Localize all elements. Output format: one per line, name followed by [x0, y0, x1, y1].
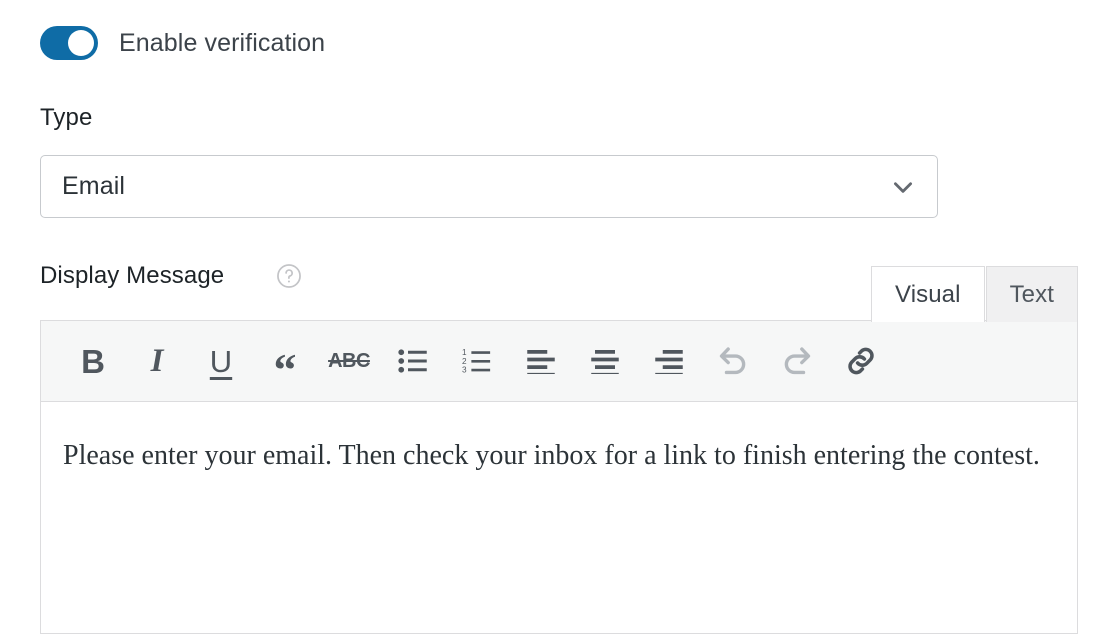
svg-text:1: 1: [462, 348, 467, 357]
link-button[interactable]: [829, 331, 893, 391]
tab-text-label: Text: [1009, 280, 1054, 308]
help-circle-icon[interactable]: [276, 263, 302, 289]
enable-verification-row: Enable verification: [40, 26, 325, 60]
redo-button[interactable]: [765, 331, 829, 391]
redo-icon: [780, 344, 814, 378]
underline-button[interactable]: U: [189, 331, 253, 391]
numbered-list-icon: 1 2 3: [462, 348, 492, 374]
bulleted-list-icon: [398, 348, 428, 374]
display-message-editor: B I U “ ABC 1 2 3 Please enter your emai…: [40, 320, 1078, 634]
svg-text:3: 3: [462, 366, 467, 375]
undo-icon: [716, 344, 750, 378]
bulleted-list-button[interactable]: [381, 331, 445, 391]
type-select[interactable]: Email: [40, 155, 938, 218]
bold-icon: B: [81, 342, 105, 380]
italic-button[interactable]: I: [125, 331, 189, 391]
display-message-label: Display Message: [40, 262, 225, 289]
enable-verification-label: Enable verification: [119, 28, 326, 57]
enable-verification-toggle[interactable]: [40, 26, 98, 60]
toggle-knob: [68, 30, 94, 56]
undo-button[interactable]: [701, 331, 765, 391]
numbered-list-button[interactable]: 1 2 3: [445, 331, 509, 391]
type-select-value: Email: [62, 172, 126, 200]
editor-content-area[interactable]: Please enter your email. Then check your…: [41, 402, 1077, 480]
editor-content-paragraph: Please enter your email. Then check your…: [63, 440, 1040, 471]
svg-text:2: 2: [462, 357, 467, 366]
align-right-icon: [654, 348, 684, 374]
quote-icon: “: [273, 344, 297, 395]
align-left-button[interactable]: [509, 331, 573, 391]
align-center-button[interactable]: [573, 331, 637, 391]
chevron-down-icon: [890, 174, 916, 200]
align-center-icon: [590, 348, 620, 374]
strikethrough-icon: ABC: [328, 350, 370, 372]
editor-mode-tabs: Visual Text: [871, 266, 1078, 322]
bold-button[interactable]: B: [61, 331, 125, 391]
blockquote-button[interactable]: “: [253, 331, 317, 395]
align-left-icon: [526, 348, 556, 374]
editor-toolbar: B I U “ ABC 1 2 3: [41, 321, 1077, 402]
align-right-button[interactable]: [637, 331, 701, 391]
italic-icon: I: [150, 342, 164, 379]
link-icon: [844, 344, 878, 378]
tab-visual[interactable]: Visual: [871, 266, 985, 322]
strikethrough-button[interactable]: ABC: [317, 331, 381, 391]
tab-visual-label: Visual: [895, 280, 961, 308]
type-field-label: Type: [40, 104, 93, 131]
underline-icon: U: [209, 343, 233, 379]
tab-text[interactable]: Text: [985, 266, 1078, 322]
